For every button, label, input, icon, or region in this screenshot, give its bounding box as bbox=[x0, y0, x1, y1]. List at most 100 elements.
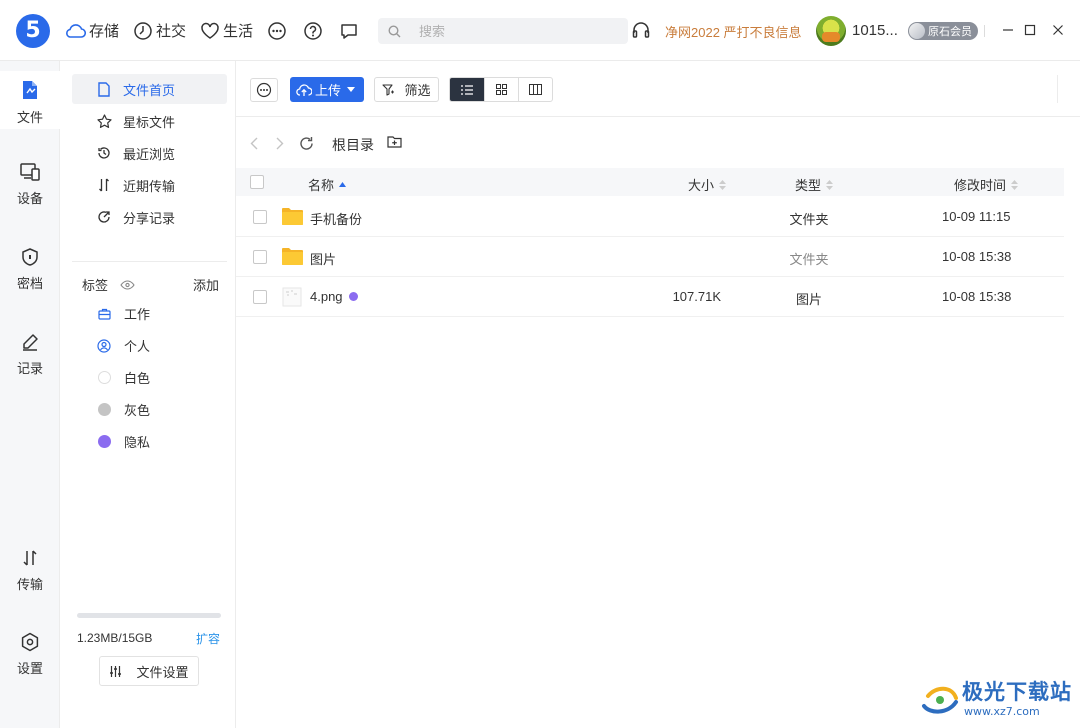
topnav-label: 生活 bbox=[223, 23, 254, 40]
rail-label: 文件 bbox=[16, 110, 43, 125]
search-icon bbox=[388, 24, 401, 37]
maximize-button[interactable] bbox=[1022, 22, 1038, 38]
filter-button[interactable]: 筛选 bbox=[374, 77, 439, 102]
column-header-modified[interactable]: 修改时间 bbox=[954, 175, 1019, 194]
search-box[interactable] bbox=[378, 18, 628, 44]
rail-item-devices[interactable]: 设备 bbox=[0, 162, 60, 207]
tag-item-private[interactable]: 隐私 bbox=[97, 432, 150, 451]
chevron-down-icon bbox=[347, 87, 356, 92]
cloud-icon bbox=[66, 23, 86, 38]
folder-icon bbox=[282, 248, 303, 265]
file-settings-button[interactable]: 文件设置 bbox=[99, 656, 199, 686]
search-input[interactable] bbox=[419, 23, 619, 39]
table-row[interactable]: 图片 文件夹 10-08 15:38 bbox=[236, 237, 1064, 277]
sidebar-item-label: 分享记录 bbox=[123, 210, 176, 226]
chevron-left-icon bbox=[250, 137, 258, 149]
person-icon bbox=[97, 338, 111, 353]
messages-button[interactable] bbox=[339, 21, 359, 41]
file-name-wrapper[interactable]: 4.png bbox=[310, 289, 358, 304]
private-tag-dot bbox=[348, 292, 358, 301]
upload-cloud-icon bbox=[296, 83, 312, 96]
sidebar-item-shares[interactable]: 分享记录 bbox=[72, 202, 227, 232]
file-name[interactable]: 图片 bbox=[310, 249, 336, 268]
list-view-button[interactable] bbox=[450, 78, 484, 101]
briefcase-icon bbox=[97, 307, 111, 321]
rail-label: 记录 bbox=[16, 361, 43, 376]
file-icon bbox=[23, 81, 37, 99]
refresh-button[interactable] bbox=[298, 135, 314, 151]
row-checkbox[interactable] bbox=[253, 210, 267, 224]
username[interactable]: 1015... bbox=[852, 22, 898, 39]
member-badge[interactable]: 原石会员 bbox=[908, 22, 978, 40]
file-type: 文件夹 bbox=[789, 212, 829, 227]
view-switcher bbox=[449, 77, 553, 102]
more-actions-button[interactable] bbox=[250, 78, 278, 102]
grid-view-button[interactable] bbox=[484, 78, 518, 101]
headset-icon bbox=[632, 22, 650, 38]
row-checkbox[interactable] bbox=[253, 290, 267, 304]
topnav-social[interactable]: 社交 bbox=[133, 20, 186, 41]
minimize-button[interactable] bbox=[1000, 22, 1016, 38]
rail-item-vault[interactable]: 密档 bbox=[0, 247, 60, 292]
file-name[interactable]: 手机备份 bbox=[310, 209, 362, 228]
close-button[interactable] bbox=[1050, 22, 1066, 38]
column-header-label: 名称 bbox=[308, 178, 335, 193]
table-row[interactable]: 手机备份 文件夹 10-09 11:15 bbox=[236, 197, 1064, 237]
table-row[interactable]: 4.png 107.71K 图片 10-08 15:38 bbox=[236, 277, 1064, 317]
upload-button[interactable]: 上传 bbox=[290, 77, 364, 102]
file-browser: 上传 筛选 根目录 名称 大小 类型 修改时间 手机备份 文件夹 10-09 1… bbox=[236, 61, 1080, 728]
customer-service-button[interactable] bbox=[631, 20, 651, 43]
file-sidebar: 文件首页 星标文件 最近浏览 近期传输 分享记录 标签 添加 工作 个人 白色 … bbox=[61, 61, 236, 728]
tag-item-personal[interactable]: 个人 bbox=[97, 336, 150, 355]
avatar[interactable] bbox=[816, 16, 846, 46]
new-folder-button[interactable] bbox=[387, 135, 402, 152]
tag-item-work[interactable]: 工作 bbox=[97, 304, 150, 323]
column-header-type[interactable]: 类型 bbox=[795, 175, 834, 194]
pen-icon bbox=[23, 334, 38, 351]
rail-label: 密档 bbox=[16, 276, 43, 291]
column-header-size[interactable]: 大小 bbox=[688, 175, 727, 194]
help-button[interactable] bbox=[303, 21, 323, 41]
refresh-icon bbox=[299, 136, 313, 150]
topnav-life[interactable]: 生活 bbox=[200, 20, 253, 41]
expand-storage-link[interactable]: 扩容 bbox=[196, 630, 220, 647]
select-all-checkbox[interactable] bbox=[250, 175, 264, 189]
add-tag-button[interactable]: 添加 bbox=[193, 275, 219, 294]
file-type: 文件夹 bbox=[789, 252, 829, 267]
sort-icon bbox=[826, 179, 834, 190]
help-icon bbox=[304, 21, 322, 40]
eye-icon[interactable] bbox=[120, 279, 135, 290]
breadcrumb[interactable]: 根目录 bbox=[332, 135, 374, 155]
share-icon bbox=[98, 211, 110, 223]
rail-item-transfer[interactable]: 传输 bbox=[0, 548, 60, 593]
new-folder-icon bbox=[387, 136, 402, 148]
storage-usage-text: 1.23MB/15GB bbox=[77, 631, 153, 645]
back-button[interactable] bbox=[246, 135, 262, 151]
forward-button[interactable] bbox=[272, 135, 288, 151]
sidebar-item-transfers[interactable]: 近期传输 bbox=[72, 170, 227, 200]
sidebar-item-recent[interactable]: 最近浏览 bbox=[72, 138, 227, 168]
row-checkbox[interactable] bbox=[253, 250, 267, 264]
tag-item-white[interactable]: 白色 bbox=[97, 368, 150, 387]
history-icon bbox=[98, 147, 110, 159]
column-header-label: 大小 bbox=[688, 178, 715, 193]
topnav-storage[interactable]: 存储 bbox=[64, 20, 119, 41]
member-badge-label: 原石会员 bbox=[928, 26, 972, 38]
toolbar-divider bbox=[1057, 75, 1058, 103]
column-header-name[interactable]: 名称 bbox=[308, 175, 347, 194]
promo-link[interactable]: 净网2022 严打不良信息 bbox=[665, 22, 802, 41]
sidebar-item-home[interactable]: 文件首页 bbox=[72, 74, 227, 104]
sidebar-item-label: 近期传输 bbox=[123, 178, 176, 194]
app-logo[interactable]: 5 bbox=[16, 14, 50, 48]
rail-item-settings[interactable]: 设置 bbox=[0, 632, 60, 677]
column-view-button[interactable] bbox=[518, 78, 552, 101]
sidebar-item-starred[interactable]: 星标文件 bbox=[72, 106, 227, 136]
sort-icon bbox=[1011, 179, 1019, 190]
file-modified: 10-09 11:15 bbox=[942, 209, 1011, 224]
rail-item-notes[interactable]: 记录 bbox=[0, 332, 60, 377]
more-apps-button[interactable] bbox=[267, 21, 287, 41]
tag-item-gray[interactable]: 灰色 bbox=[97, 400, 150, 419]
folder-icon bbox=[282, 208, 303, 225]
rail-label: 设置 bbox=[16, 661, 43, 676]
rail-item-files[interactable]: 文件 bbox=[0, 71, 60, 129]
